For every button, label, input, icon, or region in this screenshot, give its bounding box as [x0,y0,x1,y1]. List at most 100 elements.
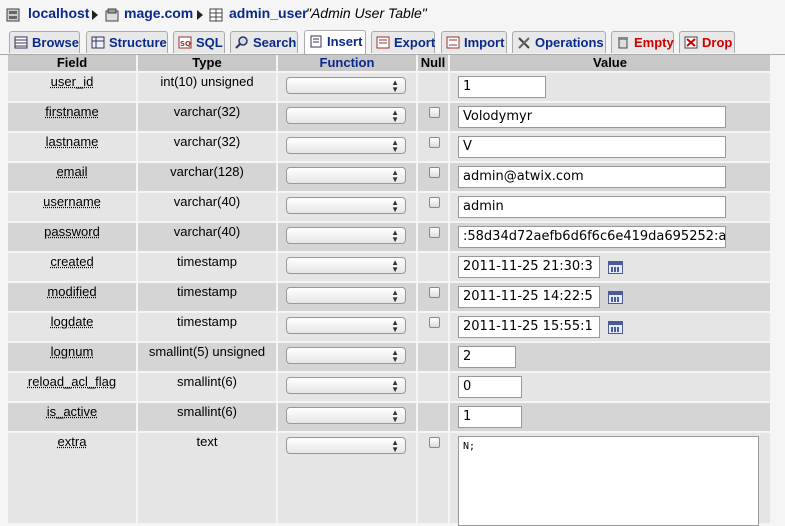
value-textarea-extra[interactable]: N; [458,436,759,526]
value-input-reload-acl-flag[interactable]: 0 [458,376,522,398]
select-arrows-icon: ▲ ▼ [391,349,399,363]
breadcrumb-table-link[interactable]: admin_user [229,5,308,21]
function-select[interactable]: ▲ ▼ [286,257,406,274]
function-select[interactable]: ▲ ▼ [286,287,406,304]
field-name: email [56,164,87,179]
value-input-is-active[interactable]: 1 [458,406,522,428]
calendar-icon[interactable] [608,291,623,304]
value-input-email[interactable]: admin@atwix.com [458,166,726,188]
field-type: timestamp [138,283,276,311]
field-name: user_id [51,74,94,89]
tab-drop[interactable]: Drop [679,31,735,53]
function-select[interactable]: ▲ ▼ [286,227,406,244]
null-checkbox[interactable] [429,137,440,148]
select-arrows-icon: ▲ ▼ [391,139,399,153]
tab-structure[interactable]: Structure [86,31,168,53]
function-select[interactable]: ▲ ▼ [286,77,406,94]
column-header-value: Value [450,55,770,71]
value-cell: 2011-11-25 21:30:3 [450,253,770,281]
value-input-modified[interactable]: 2011-11-25 14:22:5 [458,286,600,308]
tab-insert[interactable]: Insert [304,30,366,54]
function-cell: ▲ ▼ [278,283,416,311]
table-row: is_active smallint(6) ▲ ▼ 1 [8,403,770,431]
function-select[interactable]: ▲ ▼ [286,317,406,334]
column-header-function[interactable]: Function [278,55,416,71]
field-name-cell: reload_acl_flag [8,373,136,401]
function-select[interactable]: ▲ ▼ [286,137,406,154]
field-name: modified [47,284,96,299]
null-cell [418,163,448,191]
field-type: int(10) unsigned [138,73,276,101]
select-arrows-icon: ▲ ▼ [391,259,399,273]
insert-icon [309,35,323,48]
function-cell: ▲ ▼ [278,373,416,401]
function-select[interactable]: ▲ ▼ [286,167,406,184]
calendar-icon[interactable] [608,261,623,274]
null-checkbox[interactable] [429,437,440,448]
operations-icon [517,36,531,49]
null-cell [418,103,448,131]
tab-empty[interactable]: Empty [611,31,674,53]
function-select[interactable]: ▲ ▼ [286,437,406,454]
field-type: varchar(40) [138,223,276,251]
value-cell: 2 [450,343,770,371]
function-select[interactable]: ▲ ▼ [286,407,406,424]
tab-operations[interactable]: Operations [512,31,606,53]
value-cell: :58d34d72aefb6d6f6c6e419da695252:at [450,223,770,251]
column-header-field: Field [8,55,136,71]
database-icon [105,8,119,22]
table-icon [209,8,223,22]
breadcrumb-server-link[interactable]: localhost [28,5,89,21]
field-name-cell: modified [8,283,136,311]
search-icon [235,36,249,49]
value-input-lastname[interactable]: V [458,136,726,158]
field-type: text [138,433,276,523]
value-input-logdate[interactable]: 2011-11-25 15:55:1 [458,316,600,338]
null-cell [418,403,448,431]
null-checkbox[interactable] [429,317,440,328]
null-cell [418,283,448,311]
null-checkbox[interactable] [429,107,440,118]
value-input-lognum[interactable]: 2 [458,346,516,368]
import-icon [446,36,460,49]
field-name-cell: username [8,193,136,221]
tab-import[interactable]: Import [441,31,507,53]
null-checkbox[interactable] [429,287,440,298]
field-type: timestamp [138,313,276,341]
breadcrumb-database-link[interactable]: mage.com [124,5,193,21]
field-name: password [44,224,100,239]
tab-browse[interactable]: Browse [9,31,80,53]
table-comment: "Admin User Table" [306,5,427,21]
select-arrows-icon: ▲ ▼ [391,379,399,393]
value-input-firstname[interactable]: Volodymyr [458,106,726,128]
field-type: smallint(5) unsigned [138,343,276,371]
field-name-cell: is_active [8,403,136,431]
value-input-password[interactable]: :58d34d72aefb6d6f6c6e419da695252:at [458,226,726,248]
field-type: varchar(32) [138,133,276,161]
field-name-cell: password [8,223,136,251]
function-select[interactable]: ▲ ▼ [286,197,406,214]
field-name: created [50,254,93,269]
value-input-username[interactable]: admin [458,196,726,218]
calendar-icon[interactable] [608,321,623,334]
null-checkbox[interactable] [429,167,440,178]
function-select[interactable]: ▲ ▼ [286,377,406,394]
tab-label: Import [464,33,504,53]
null-checkbox[interactable] [429,197,440,208]
null-checkbox[interactable] [429,227,440,238]
export-icon [376,36,390,49]
tab-sql[interactable]: SQ SQL [173,31,225,53]
function-cell: ▲ ▼ [278,313,416,341]
function-select[interactable]: ▲ ▼ [286,107,406,124]
tab-label: Drop [702,33,732,53]
field-name-cell: firstname [8,103,136,131]
tab-search[interactable]: Search [230,31,298,53]
value-input-created[interactable]: 2011-11-25 21:30:3 [458,256,600,278]
value-input-user-id[interactable]: 1 [458,76,546,98]
tab-export[interactable]: Export [371,31,435,53]
field-type: smallint(6) [138,403,276,431]
tab-label: Export [394,33,435,53]
select-arrows-icon: ▲ ▼ [391,319,399,333]
function-select[interactable]: ▲ ▼ [286,347,406,364]
server-icon [6,8,20,22]
